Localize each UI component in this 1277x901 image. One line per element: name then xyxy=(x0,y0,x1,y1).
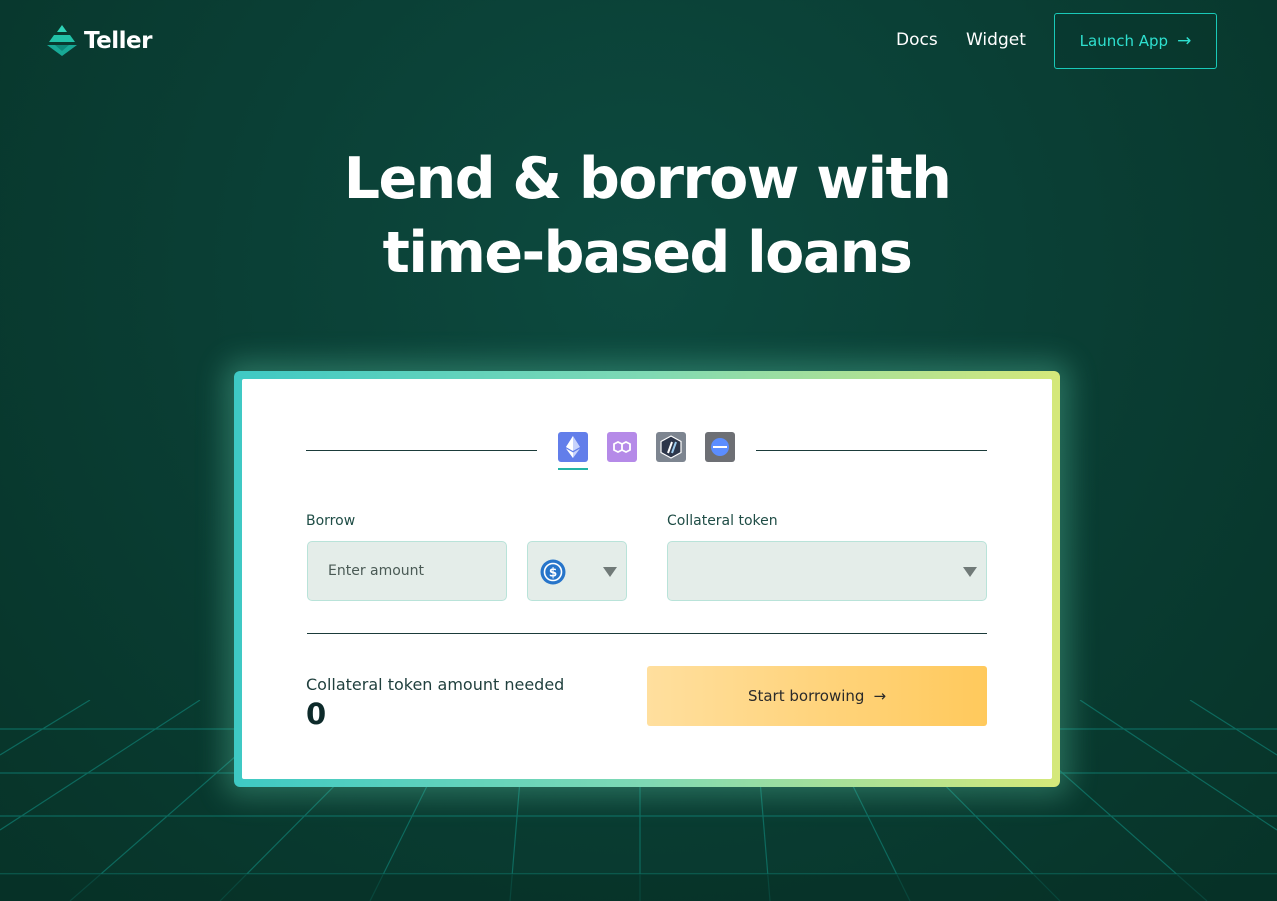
collateral-needed-label: Collateral token amount needed xyxy=(306,675,565,694)
usdc-icon: $ xyxy=(540,559,566,585)
chevron-down-icon xyxy=(963,567,977,577)
borrow-card-frame: Borrow Collateral token Enter amount $ C… xyxy=(234,371,1060,787)
borrow-label: Borrow xyxy=(306,513,356,529)
collateral-token-label: Collateral token xyxy=(667,513,778,529)
arrow-right-icon: → xyxy=(873,687,887,705)
network-base[interactable] xyxy=(705,432,735,462)
network-divider-right xyxy=(756,450,987,451)
network-divider-left xyxy=(306,450,537,451)
network-selector xyxy=(558,432,735,470)
borrow-amount-input[interactable]: Enter amount xyxy=(307,541,507,601)
teller-logo[interactable]: Teller xyxy=(46,24,152,58)
network-polygon[interactable] xyxy=(607,432,637,462)
network-arbitrum[interactable] xyxy=(656,432,686,462)
borrow-token-select[interactable]: $ xyxy=(527,541,627,601)
nav-widget-link[interactable]: Widget xyxy=(966,30,1026,50)
start-borrowing-label: Start borrowing xyxy=(747,687,865,705)
arrow-right-icon: → xyxy=(1177,31,1192,51)
collateral-token-select[interactable] xyxy=(667,541,987,601)
start-borrowing-button[interactable]: Start borrowing → xyxy=(647,666,987,726)
borrow-card: Borrow Collateral token Enter amount $ C… xyxy=(242,379,1052,779)
teller-logo-icon xyxy=(47,25,77,56)
chevron-down-icon xyxy=(603,567,617,577)
brand-name: Teller xyxy=(84,28,152,54)
launch-app-label: Launch App xyxy=(1079,32,1169,50)
hero-title: Lend & borrow with time-based loans xyxy=(0,142,1277,290)
top-nav: Teller Docs Widget Launch App → xyxy=(0,0,1277,82)
card-divider xyxy=(307,633,987,634)
base-icon xyxy=(711,438,729,456)
network-ethereum[interactable] xyxy=(558,432,588,470)
nav-docs-link[interactable]: Docs xyxy=(896,30,938,50)
hero-title-line-2: time-based loans xyxy=(382,220,913,286)
arbitrum-icon xyxy=(660,435,682,459)
collateral-needed-value: 0 xyxy=(306,697,327,731)
polygon-icon xyxy=(613,440,631,454)
svg-text:$: $ xyxy=(549,566,557,580)
ethereum-icon xyxy=(566,436,580,458)
hero-title-line-1: Lend & borrow with xyxy=(343,146,952,212)
launch-app-button[interactable]: Launch App → xyxy=(1054,13,1217,69)
